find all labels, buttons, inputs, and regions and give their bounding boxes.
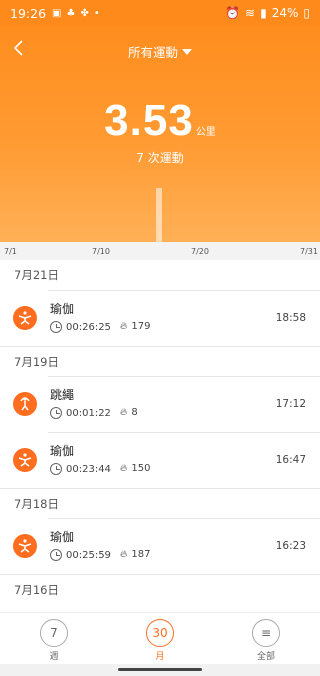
workout-duration: 00:25:59 bbox=[50, 549, 111, 561]
date-header: 7月18日 bbox=[0, 488, 320, 518]
app-icon: ♣ bbox=[66, 7, 76, 19]
tab-label: 月 bbox=[155, 652, 165, 662]
axis-label: 7/1 bbox=[4, 247, 17, 256]
status-bar: 19:26 ▣ ♣ ✤ • ⏰ ≋ ▮ 24% ▯ bbox=[0, 0, 320, 26]
yoga-icon bbox=[13, 448, 37, 472]
period-tabbar: 7 週 30 月 ≡ 全部 bbox=[0, 612, 320, 664]
workout-time: 16:23 bbox=[275, 540, 306, 552]
axis-label: 7/20 bbox=[191, 247, 209, 256]
image-icon: ▣ bbox=[52, 7, 62, 19]
menu-icon: ≡ bbox=[252, 619, 280, 647]
workout-name: 跳繩 bbox=[50, 388, 75, 402]
fan-icon: ✤ bbox=[80, 7, 89, 19]
workout-time: 17:12 bbox=[275, 398, 306, 410]
total-distance: 3.53 公里 bbox=[0, 96, 320, 146]
system-nav-bar bbox=[0, 664, 320, 676]
workout-calories: 🔥︎ 150 bbox=[120, 463, 151, 474]
workout-item[interactable]: 瑜伽 00:26:25 🔥︎ 179 18:58 bbox=[13, 290, 320, 346]
clock-icon bbox=[50, 463, 62, 475]
workout-duration: 00:26:25 bbox=[50, 321, 111, 333]
flame-icon: 🔥︎ bbox=[120, 549, 128, 560]
notification-icons: ▣ ♣ ✤ • bbox=[52, 8, 100, 19]
workout-duration: 00:23:44 bbox=[50, 463, 111, 475]
clock-icon bbox=[50, 321, 62, 333]
week-icon: 7 bbox=[40, 619, 68, 647]
workout-item[interactable]: 瑜伽 00:23:44 🔥︎ 150 16:47 bbox=[13, 432, 320, 488]
workout-time: 16:47 bbox=[275, 454, 306, 466]
distance-unit: 公里 bbox=[195, 127, 216, 138]
workout-name: 瑜伽 bbox=[50, 530, 75, 544]
workout-list[interactable]: 7月21日 瑜伽 00:26:25 🔥︎ 179 18:58 7月19日 跳繩 0… bbox=[0, 260, 320, 612]
workout-name: 瑜伽 bbox=[50, 444, 75, 458]
distance-value: 3.53 bbox=[104, 96, 194, 145]
date-header: 7月19日 bbox=[0, 346, 320, 376]
tab-week[interactable]: 7 週 bbox=[24, 619, 84, 662]
filter-label: 所有運動 bbox=[127, 45, 178, 60]
workout-duration: 00:01:22 bbox=[50, 407, 111, 419]
summary-header: 所有運動 3.53 公里 7 次運動 bbox=[0, 26, 320, 242]
alarm-icon: ⏰ bbox=[225, 6, 241, 20]
date-axis: 7/1 7/10 7/20 7/31 bbox=[0, 242, 320, 260]
workout-item[interactable]: 跳繩 00:01:22 🔥︎ 8 17:12 bbox=[13, 376, 320, 432]
home-indicator[interactable] bbox=[118, 668, 202, 671]
caret-down-icon bbox=[182, 49, 192, 55]
workout-count: 7 次運動 bbox=[136, 151, 184, 165]
axis-label: 7/10 bbox=[92, 247, 110, 256]
wifi-icon: ≋ bbox=[245, 6, 256, 20]
sport-filter-dropdown[interactable]: 所有運動 bbox=[0, 42, 320, 61]
tab-label: 週 bbox=[49, 652, 59, 662]
tab-month[interactable]: 30 月 bbox=[130, 619, 190, 662]
flame-icon: 🔥︎ bbox=[120, 463, 128, 474]
date-header: 7月21日 bbox=[14, 268, 59, 282]
workout-item[interactable]: 瑜伽 00:25:59 🔥︎ 187 16:23 bbox=[13, 518, 320, 574]
workout-name: 瑜伽 bbox=[50, 302, 75, 316]
workout-calories: 🔥︎ 8 bbox=[120, 407, 138, 418]
battery-percent: 24% bbox=[271, 6, 299, 20]
dot-icon: • bbox=[93, 7, 100, 19]
yoga-icon bbox=[13, 534, 37, 558]
flame-icon: 🔥︎ bbox=[120, 407, 128, 418]
date-header: 7月16日 bbox=[0, 574, 320, 604]
battery-icon: ▯ bbox=[303, 6, 310, 20]
signal-icon: ▮ bbox=[260, 6, 267, 20]
workout-calories: 🔥︎ 187 bbox=[120, 549, 151, 560]
clock-icon bbox=[50, 407, 62, 419]
yoga-icon bbox=[13, 306, 37, 330]
chart-bar[interactable] bbox=[156, 188, 162, 242]
month-icon: 30 bbox=[146, 619, 174, 647]
workout-calories: 🔥︎ 179 bbox=[120, 321, 151, 332]
tab-label: 全部 bbox=[256, 652, 275, 662]
status-time: 19:26 bbox=[10, 5, 47, 21]
flame-icon: 🔥︎ bbox=[120, 321, 128, 332]
tab-all[interactable]: ≡ 全部 bbox=[236, 619, 296, 662]
jump-rope-icon bbox=[13, 392, 37, 416]
axis-label: 7/31 bbox=[300, 247, 318, 256]
workout-time: 18:58 bbox=[275, 312, 306, 324]
clock-icon bbox=[50, 549, 62, 561]
